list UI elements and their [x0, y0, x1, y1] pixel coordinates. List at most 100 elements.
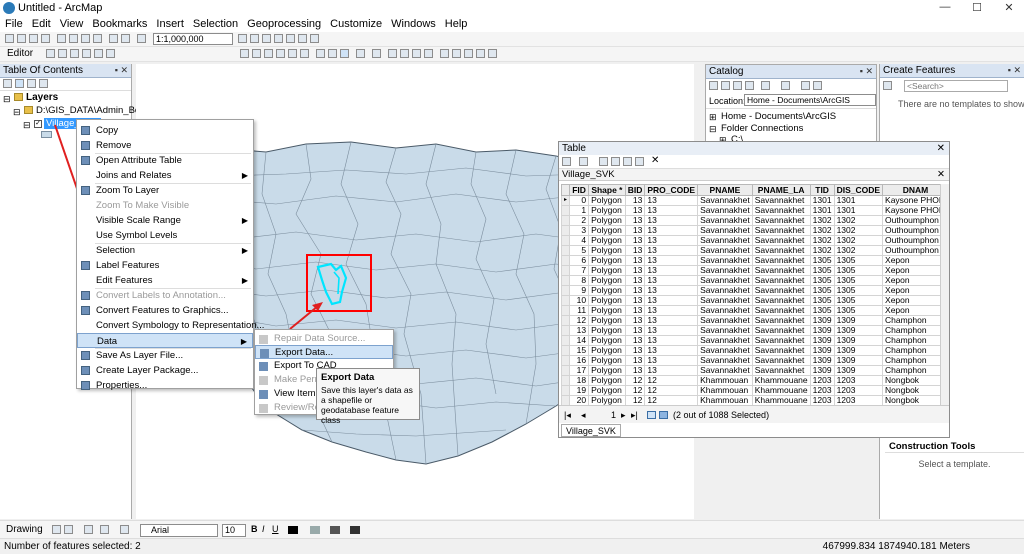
forward-icon[interactable] [721, 81, 730, 90]
last-record-icon[interactable]: ▸| [631, 406, 638, 424]
table-cell[interactable]: 1309 [809, 325, 835, 336]
table-cell[interactable]: Polygon [588, 275, 626, 286]
table-cell[interactable]: Savannakhet [697, 355, 753, 366]
table-cell[interactable]: Savannakhet [751, 355, 811, 366]
row-selector[interactable] [560, 375, 571, 386]
table-cell[interactable]: Champhon [882, 335, 949, 346]
table-cell[interactable]: 13 [624, 235, 646, 246]
bold-icon[interactable]: B [251, 524, 258, 534]
table-cell[interactable]: 1309 [833, 335, 884, 346]
table-cell[interactable]: 1305 [809, 285, 835, 296]
table-cell[interactable]: Polygon [588, 375, 626, 386]
table-row[interactable]: 19 Polygon 12 12 Khammouan Khammouane 1203 1203… [560, 385, 949, 396]
edit-vertices-icon[interactable] [120, 525, 129, 534]
table-cell[interactable]: 1309 [809, 335, 835, 346]
menu-item-selection[interactable]: Selection ▶ [77, 243, 253, 258]
table-cell[interactable]: 18 [569, 375, 590, 386]
table-cell[interactable]: Savannakhet [697, 265, 753, 276]
menu-item-convert-symbology-to-representation[interactable]: Convert Symbology to Representation... [77, 318, 264, 333]
table-cell[interactable]: Khammouane [751, 385, 811, 396]
table-cell[interactable]: Polygon [588, 345, 626, 356]
table-cell[interactable]: 1302 [809, 235, 835, 246]
table-cell[interactable]: 13 [624, 335, 646, 346]
table-cell[interactable]: Outhoumphon [882, 245, 949, 256]
table-cell[interactable]: Savannakhet [697, 345, 753, 356]
table-cell[interactable]: Champhon [882, 365, 949, 376]
table-cell[interactable]: Polygon [588, 265, 626, 276]
table-cell[interactable]: Savannakhet [697, 295, 753, 306]
table-cell[interactable]: Savannakhet [751, 365, 811, 376]
table-cell[interactable]: 1203 [809, 395, 835, 406]
table-cell[interactable]: Champhon [882, 315, 949, 326]
drawing-menu[interactable]: Drawing [6, 524, 43, 535]
fill-color-icon[interactable] [310, 526, 320, 534]
menu-item-data[interactable]: Data ▶ [77, 333, 253, 348]
table-cell[interactable]: 1305 [833, 285, 884, 296]
table-row[interactable]: 3 Polygon 13 13 Savannakhet Savannakhet 1302 13… [560, 225, 949, 236]
row-selector[interactable] [560, 325, 571, 336]
table-cell[interactable]: Savannakhet [751, 345, 811, 356]
table-cell[interactable]: 16 [569, 355, 590, 366]
table-cell[interactable]: 1301 [809, 205, 835, 216]
table-cell[interactable]: 1203 [833, 395, 884, 406]
table-cell[interactable]: Polygon [588, 305, 626, 316]
table-cell[interactable]: Savannakhet [751, 315, 811, 326]
menu-item-joins-and-relates[interactable]: Joins and Relates ▶ [77, 168, 253, 183]
table-cell[interactable]: 1309 [833, 325, 884, 336]
table-cell[interactable]: 12 [644, 375, 699, 386]
table-cell[interactable]: Xepon [882, 275, 949, 286]
table-cell[interactable]: Polygon [588, 245, 626, 256]
table-options-icon[interactable] [562, 157, 571, 166]
table-row[interactable]: 15 Polygon 13 13 Savannakhet Savannakhet 1309 1… [560, 345, 949, 356]
menu-item-convert-features-to-graphics[interactable]: Convert Features to Graphics... [77, 303, 253, 318]
table-cell[interactable]: 13 [624, 365, 646, 376]
table-cell[interactable]: Polygon [588, 235, 626, 246]
row-selector[interactable] [560, 305, 571, 316]
table-cell[interactable]: Champhon [882, 345, 949, 356]
table-cell[interactable]: 1305 [809, 295, 835, 306]
table-cell[interactable]: 13 [644, 315, 699, 326]
organize-templates-icon[interactable] [883, 81, 892, 90]
row-selector[interactable] [560, 255, 571, 266]
table-cell[interactable]: 1305 [833, 275, 884, 286]
col-header-tid[interactable]: TID [809, 184, 835, 196]
table-cell[interactable]: 1309 [833, 365, 884, 376]
table-cell[interactable]: 1203 [833, 375, 884, 386]
table-cell[interactable]: Savannakhet [751, 285, 811, 296]
row-selector[interactable] [560, 245, 571, 256]
table-cell[interactable]: 1305 [809, 255, 835, 266]
table-cell[interactable]: 1302 [833, 235, 884, 246]
table-cell[interactable]: Xepon [882, 305, 949, 316]
table-cell[interactable]: 0 [569, 195, 590, 206]
table-cell[interactable]: 14 [569, 335, 590, 346]
col-header-dname[interactable]: DNAM [882, 184, 949, 196]
row-selector[interactable] [560, 265, 571, 276]
menu-item-edit-features[interactable]: Edit Features ▶ [77, 273, 253, 288]
table-cell[interactable]: 1309 [833, 345, 884, 356]
table-row[interactable]: 14 Polygon 13 13 Savannakhet Savannakhet 1309 1… [560, 335, 949, 346]
table-cell[interactable]: Polygon [588, 385, 626, 396]
close-tab-icon[interactable]: ✕ [651, 155, 659, 166]
underline-icon[interactable]: U [272, 524, 279, 534]
template-search-input[interactable]: <Search> [904, 80, 1008, 92]
font-dropdown[interactable]: Arial [140, 524, 218, 537]
table-cell[interactable]: 12 [644, 385, 699, 396]
table-cell[interactable]: 13 [624, 205, 646, 216]
rotate-icon[interactable] [64, 525, 73, 534]
table-cell[interactable]: 13 [644, 285, 699, 296]
table-row[interactable]: 5 Polygon 13 13 Savannakhet Savannakhet 1302 13… [560, 245, 949, 256]
table-cell[interactable]: Savannakhet [751, 245, 811, 256]
line-color-icon[interactable] [330, 526, 340, 534]
table-cell[interactable]: Kaysone PHOM [882, 205, 949, 216]
col-header-shape[interactable]: Shape * [588, 184, 626, 196]
back-icon[interactable] [709, 81, 718, 90]
location-dropdown[interactable]: Home - Documents\ArcGIS [744, 94, 876, 106]
menu-item-open-attribute-table[interactable]: Open Attribute Table [77, 153, 253, 168]
table-cell[interactable]: 12 [624, 395, 646, 406]
table-cell[interactable]: Savannakhet [751, 195, 811, 206]
record-number[interactable]: 1 [611, 406, 616, 424]
col-header-fid[interactable]: FID [569, 184, 590, 196]
table-cell[interactable]: 13 [624, 255, 646, 266]
table-cell[interactable]: Polygon [588, 325, 626, 336]
options-icon[interactable] [813, 81, 822, 90]
